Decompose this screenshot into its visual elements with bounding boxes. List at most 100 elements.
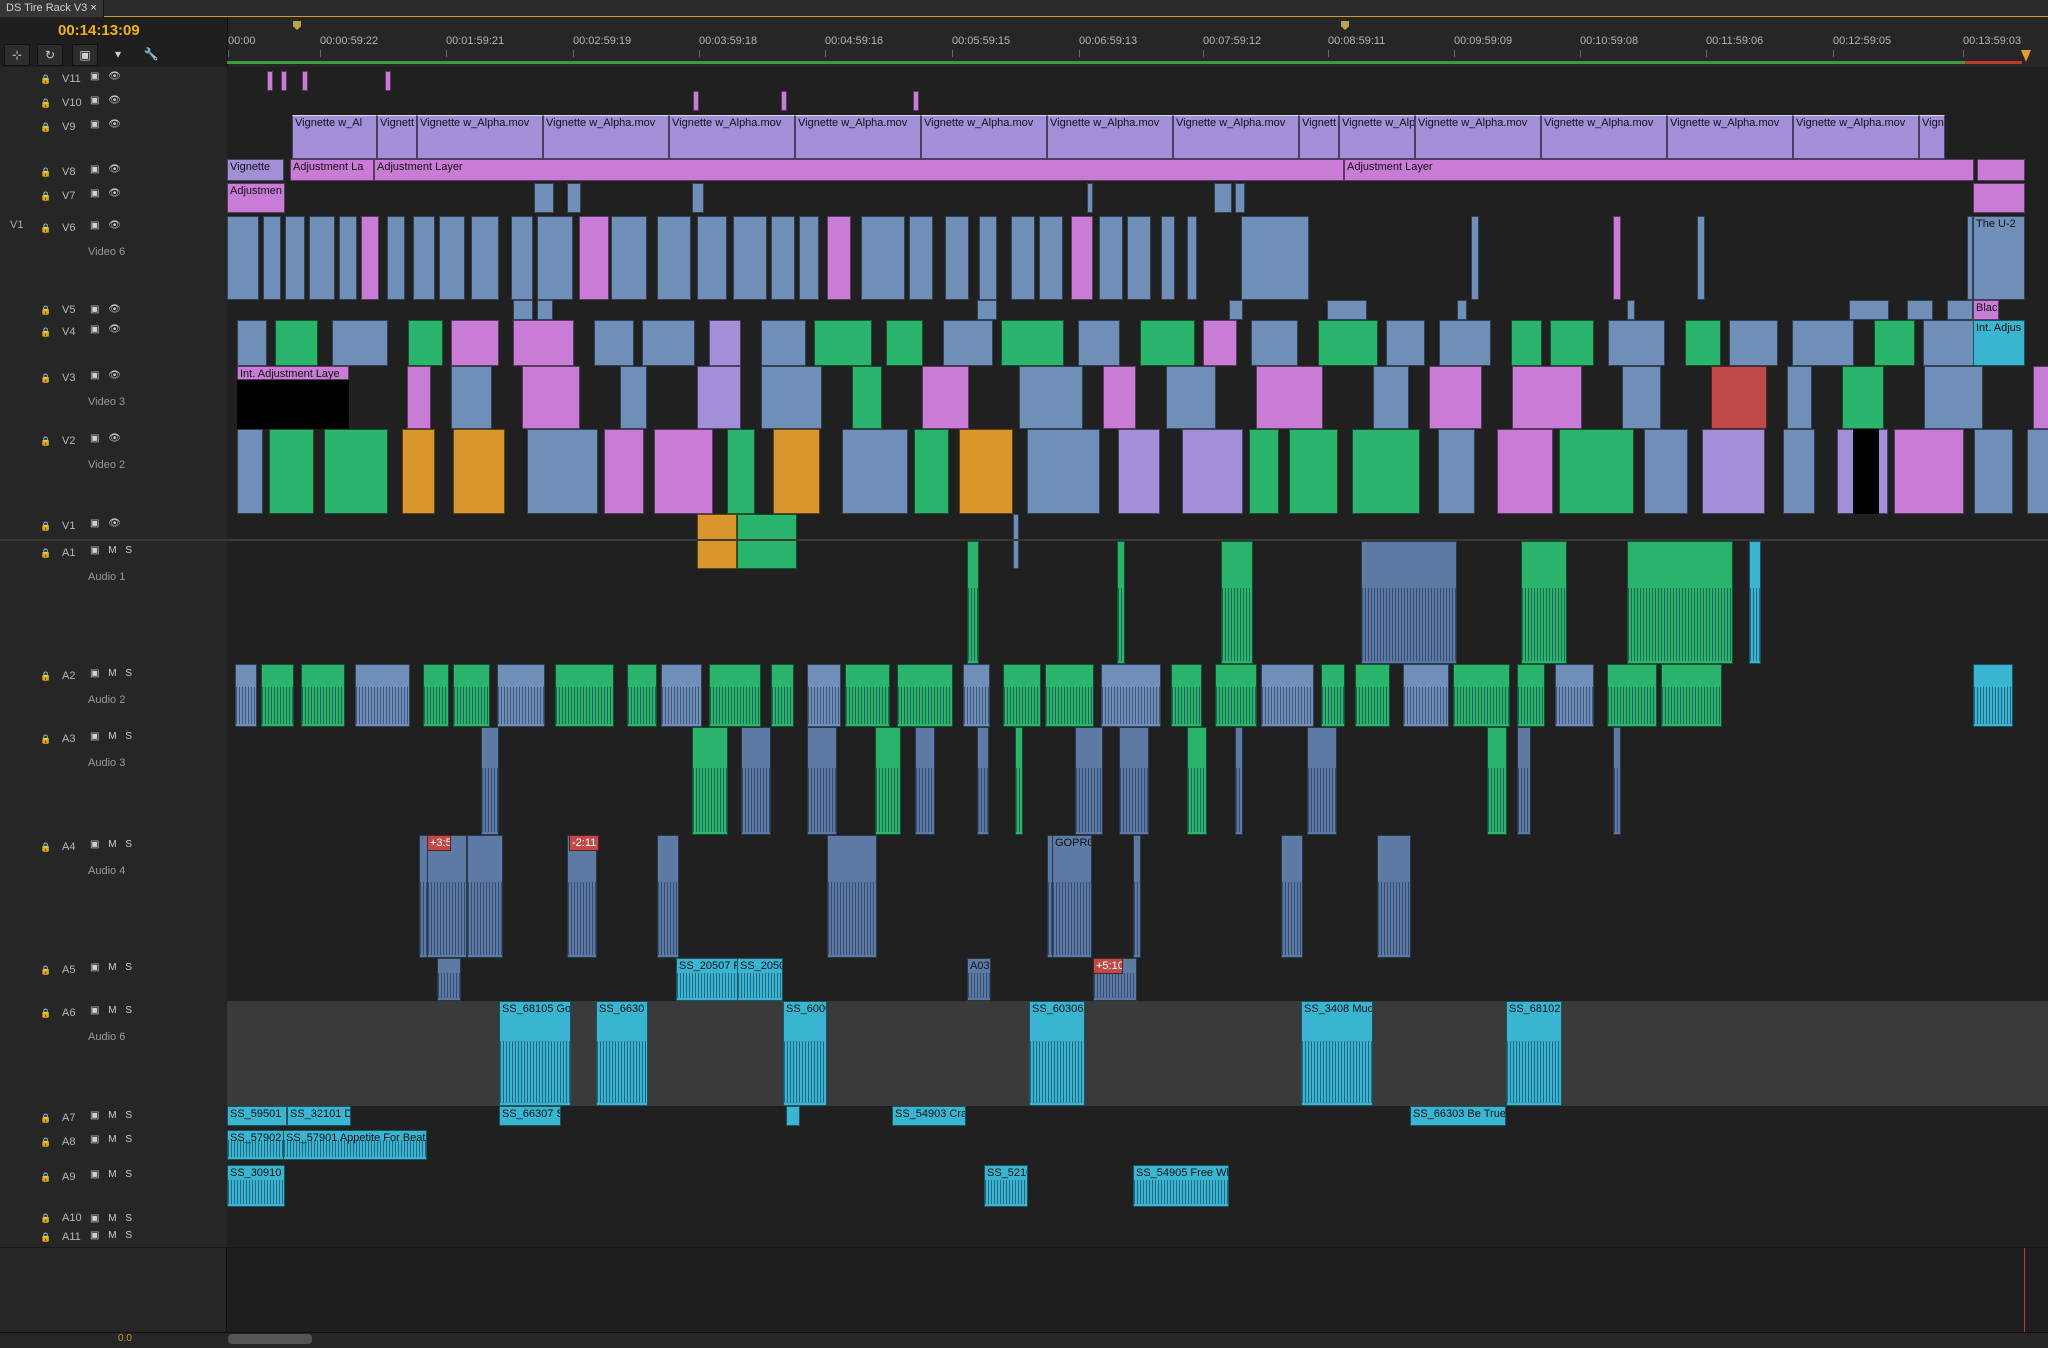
timeline-clip[interactable] bbox=[697, 514, 737, 569]
timeline-clip[interactable] bbox=[1947, 300, 1973, 320]
timeline-clip[interactable] bbox=[451, 366, 492, 429]
timeline-clip[interactable] bbox=[567, 183, 581, 213]
timeline-clip[interactable] bbox=[1071, 216, 1093, 300]
timeline-clip[interactable] bbox=[1697, 216, 1705, 300]
timeline-clip[interactable]: Int. Adjustment Laye bbox=[237, 366, 349, 380]
timeline-clip[interactable] bbox=[1511, 320, 1542, 366]
timeline-clip[interactable] bbox=[967, 541, 979, 664]
timeline-clip[interactable] bbox=[913, 91, 919, 111]
timeline-clip[interactable] bbox=[1101, 664, 1161, 727]
timeline-clip[interactable]: SS_60306 Fre bbox=[1029, 1001, 1085, 1106]
source-patch-v1[interactable]: V1 bbox=[10, 219, 23, 231]
timeline-clip[interactable]: +3:5 bbox=[427, 835, 451, 851]
timeline-clip[interactable]: SS_68105 Good F bbox=[499, 1001, 571, 1106]
timeline-clip[interactable] bbox=[451, 320, 499, 366]
timeline-clip[interactable] bbox=[1045, 664, 1094, 727]
timeline-clip[interactable] bbox=[604, 429, 644, 514]
snap-icon[interactable]: ⊹ bbox=[4, 44, 30, 66]
timeline-clip[interactable] bbox=[537, 300, 553, 320]
timeline-clip[interactable]: Vignette w_Alpha.mov bbox=[543, 115, 669, 159]
timeline-clip[interactable] bbox=[1453, 664, 1510, 727]
track-mute-solo-icons[interactable]: ▣ M S bbox=[90, 1169, 135, 1180]
timeline-clip[interactable] bbox=[963, 664, 990, 727]
timeline-clip[interactable]: SS_20507 bbox=[737, 958, 783, 1001]
timeline-clip[interactable]: A03 bbox=[967, 958, 991, 1001]
timeline-clip[interactable] bbox=[1923, 320, 1977, 366]
timeline-clip[interactable] bbox=[627, 664, 657, 727]
timeline-tracks[interactable]: Vignette w_Al Vignett Vignette w_Alpha.mov… bbox=[227, 67, 2048, 1348]
track-visibility-icons[interactable]: ▣ 👁 bbox=[90, 433, 124, 444]
lock-icon[interactable]: 🔒 bbox=[40, 1008, 51, 1018]
track-lane-a8[interactable] bbox=[227, 1130, 2048, 1166]
lock-icon[interactable]: 🔒 bbox=[40, 74, 51, 84]
timeline-clip[interactable] bbox=[1702, 429, 1765, 514]
track-lane-v10[interactable] bbox=[227, 91, 2048, 116]
timeline-clip[interactable] bbox=[1607, 664, 1657, 727]
timeline-clip[interactable] bbox=[285, 216, 305, 300]
close-tab-icon[interactable]: × bbox=[90, 2, 96, 14]
timeline-clip[interactable] bbox=[1729, 320, 1778, 366]
timeline-clip[interactable]: -2:11 bbox=[569, 835, 599, 851]
timeline-clip[interactable] bbox=[1894, 429, 1964, 514]
timeline-clip[interactable]: GOPR00 bbox=[1052, 835, 1092, 958]
timeline-clip[interactable] bbox=[692, 183, 704, 213]
timeline-clip[interactable] bbox=[497, 664, 545, 727]
track-visibility-icons[interactable]: ▣ 👁 bbox=[90, 370, 124, 381]
timeline-clip[interactable] bbox=[845, 664, 890, 727]
timeline-clip[interactable] bbox=[1973, 183, 2025, 213]
track-header-a8[interactable]: 🔒 A8 ▣ M S bbox=[0, 1130, 227, 1166]
timeline-clip[interactable] bbox=[654, 429, 713, 514]
track-visibility-icons[interactable]: ▣ 👁 bbox=[90, 324, 124, 335]
timeline-clip[interactable]: Adjustmen bbox=[227, 183, 285, 213]
timeline-clip[interactable] bbox=[1182, 429, 1243, 514]
timeline-clip[interactable]: Vignette bbox=[227, 159, 284, 181]
timeline-clip[interactable] bbox=[481, 727, 499, 835]
track-header-v7[interactable]: 🔒 V7 ▣ 👁 bbox=[0, 184, 227, 217]
timeline-clip[interactable]: SS_54905 Free Wheelin bbox=[1133, 1165, 1229, 1207]
timeline-clip[interactable] bbox=[897, 664, 953, 727]
track-mute-solo-icons[interactable]: ▣ M S bbox=[90, 962, 135, 973]
timeline-clip[interactable] bbox=[1373, 366, 1409, 429]
timeline-clip[interactable] bbox=[1133, 835, 1141, 958]
timeline-clip[interactable] bbox=[1977, 159, 2025, 181]
track-mute-solo-icons[interactable]: ▣ M S bbox=[90, 1110, 135, 1121]
track-lane-a5[interactable] bbox=[227, 958, 2048, 1002]
timeline-clip[interactable] bbox=[1471, 216, 1479, 300]
timeline-clip[interactable] bbox=[1608, 320, 1665, 366]
sequence-tab[interactable]: DS Tire Rack V3 × bbox=[0, 0, 104, 17]
track-lane-v7[interactable] bbox=[227, 184, 2048, 217]
timeline-clip[interactable]: Vign bbox=[1919, 115, 1945, 159]
lock-icon[interactable]: 🔒 bbox=[40, 842, 51, 852]
timeline-clip[interactable]: SS_6630 bbox=[596, 1001, 648, 1106]
timeline-clip[interactable] bbox=[1429, 366, 1482, 429]
track-header-v6[interactable]: 🔒 V6 ▣ 👁 Video 6 bbox=[0, 216, 227, 301]
timeline-clip[interactable] bbox=[1550, 320, 1594, 366]
track-visibility-icons[interactable]: ▣ 👁 bbox=[90, 95, 124, 106]
timeline-clip[interactable] bbox=[471, 216, 499, 300]
timeline-clip[interactable] bbox=[1117, 541, 1125, 664]
add-marker-icon[interactable]: ▣ bbox=[72, 44, 98, 66]
timeline-clip[interactable] bbox=[1289, 429, 1338, 514]
timeline-clip[interactable]: Vignette w_Alpha.mov bbox=[1339, 115, 1415, 159]
timeline-clip[interactable] bbox=[1127, 216, 1151, 300]
track-header-a3[interactable]: 🔒 A3 ▣ M S Audio 3 bbox=[0, 727, 227, 836]
timeline-clip[interactable] bbox=[1011, 216, 1035, 300]
lock-icon[interactable]: 🔒 bbox=[40, 1113, 51, 1123]
timeline-clip[interactable] bbox=[1229, 300, 1243, 320]
timeline-clip[interactable]: +5:10 bbox=[1093, 958, 1123, 974]
timeline-clip[interactable]: Vignette w_Alpha.mov bbox=[1793, 115, 1919, 159]
track-visibility-icons[interactable]: ▣ 👁 bbox=[90, 518, 124, 529]
timeline-clip[interactable] bbox=[387, 216, 405, 300]
timeline-clip[interactable] bbox=[267, 71, 273, 91]
timeline-clip[interactable] bbox=[385, 71, 391, 91]
timeline-clip[interactable] bbox=[437, 958, 461, 1001]
timeline-clip[interactable] bbox=[527, 429, 598, 514]
timeline-clip[interactable] bbox=[1235, 183, 1245, 213]
timeline-clip[interactable]: SS_30910 Pha bbox=[227, 1165, 285, 1207]
timeline-clip[interactable] bbox=[727, 429, 755, 514]
track-lane-a1[interactable] bbox=[227, 541, 2048, 665]
lock-icon[interactable]: 🔒 bbox=[40, 122, 51, 132]
timeline-clip[interactable] bbox=[555, 664, 614, 727]
timeline-clip[interactable] bbox=[402, 429, 435, 514]
timeline-clip[interactable]: Vignette w_Alpha.mov bbox=[921, 115, 1047, 159]
